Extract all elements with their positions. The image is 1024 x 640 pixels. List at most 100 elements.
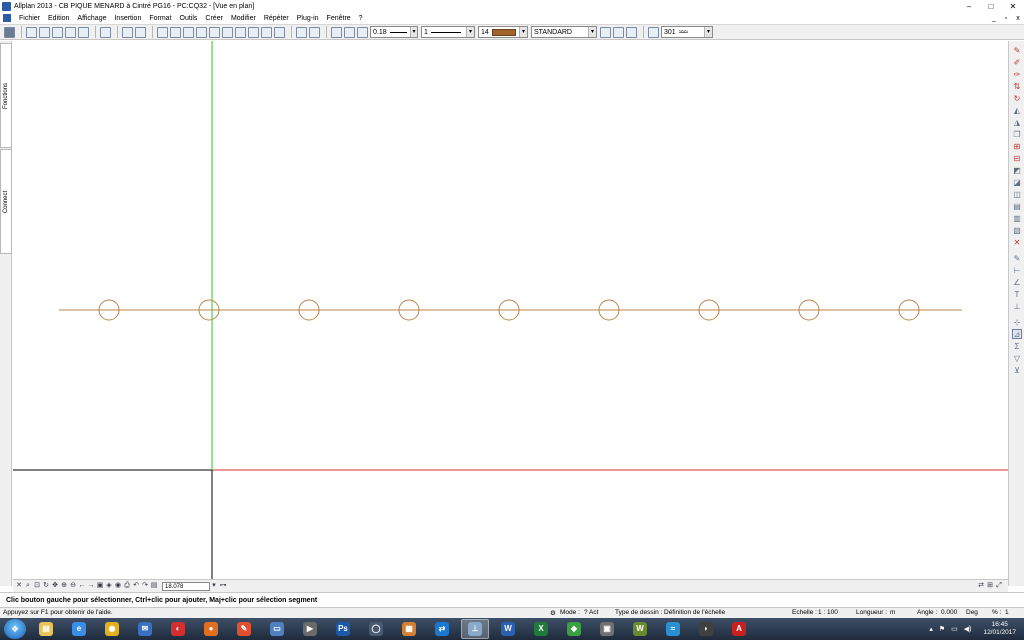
offset-icon[interactable]: ⊟ <box>1012 153 1022 163</box>
zoom-window-icon[interactable]: ⊡ <box>33 582 41 590</box>
level-icon[interactable]: ⊥ <box>1012 301 1022 311</box>
project-icon[interactable] <box>4 26 15 38</box>
filter-icon[interactable]: ▽ <box>1012 353 1022 363</box>
group-icon[interactable] <box>248 26 259 38</box>
taskbar-media[interactable]: ▶ <box>296 619 324 639</box>
previous-view-icon[interactable]: ← <box>78 582 86 590</box>
taskbar-photoshop[interactable]: Ps <box>329 619 357 639</box>
percent-value[interactable]: 1 <box>1005 609 1009 616</box>
iso-view-icon[interactable]: ◈ <box>105 582 113 590</box>
menu-affichage[interactable]: Affichage <box>73 15 110 22</box>
join-icon[interactable]: ▧ <box>1012 225 1022 235</box>
extend-icon[interactable]: ◪ <box>1012 177 1022 187</box>
tray-expand-icon[interactable]: ▴ <box>929 625 933 633</box>
pan-icon[interactable]: ✥ <box>51 582 59 590</box>
stretch-icon[interactable]: ⇅ <box>1012 81 1022 91</box>
color-select[interactable]: 14 ▾ <box>478 26 528 38</box>
taskbar-excel[interactable]: X <box>527 619 555 639</box>
new-file-icon[interactable] <box>26 26 37 38</box>
trim-icon[interactable]: ◩ <box>1012 165 1022 175</box>
layer-visibility-icon[interactable] <box>626 26 637 38</box>
taskbar-word[interactable]: W <box>494 619 522 639</box>
window-icon[interactable] <box>261 26 272 38</box>
filter-edit-icon[interactable]: ⊻ <box>1012 365 1022 375</box>
menu-outils[interactable]: Outils <box>176 15 202 22</box>
text-icon[interactable]: T <box>1012 289 1022 299</box>
delete-icon[interactable] <box>196 26 207 38</box>
taskbar-app-globe[interactable]: ◆ <box>560 619 588 639</box>
menu-plug-in[interactable]: Plug-in <box>293 15 323 22</box>
angle-value[interactable]: 0.000 <box>941 609 957 616</box>
tab-fonctions[interactable]: Fonctions <box>0 43 12 148</box>
chamfer-icon[interactable]: ▤ <box>1012 201 1022 211</box>
taskbar-app-doc[interactable]: ▣ <box>593 619 621 639</box>
paste-icon[interactable] <box>183 26 194 38</box>
redo-view-icon[interactable]: ↷ <box>141 582 149 590</box>
print-icon[interactable]: ⎙ <box>123 582 131 590</box>
close-button[interactable]: ✕ <box>1002 0 1024 12</box>
pen-thickness-select[interactable]: 0.18 ▾ <box>370 26 418 38</box>
taskbar-app-red[interactable]: ◐ <box>164 619 192 639</box>
distort-icon[interactable]: ⊞ <box>1012 141 1022 151</box>
document-icon[interactable] <box>3 14 11 22</box>
taskbar-folder[interactable]: ▭ <box>263 619 291 639</box>
mdi-minimize-button[interactable]: _ <box>988 15 1000 22</box>
next-view-icon[interactable]: → <box>87 582 95 590</box>
snap-icon[interactable]: ⊹ <box>1012 317 1022 327</box>
mode-value[interactable]: ? Act <box>584 609 598 616</box>
length-value[interactable]: m <box>890 609 895 616</box>
taskbar-outlook[interactable]: ✉ <box>131 619 159 639</box>
maximize-button[interactable]: □ <box>980 0 1002 12</box>
chevron-down-icon[interactable]: ▾ <box>409 27 417 37</box>
taskbar-paint[interactable]: ✎ <box>230 619 258 639</box>
cut-icon[interactable] <box>157 26 168 38</box>
format-painter-icon[interactable] <box>235 26 246 38</box>
layer-icon[interactable] <box>209 26 220 38</box>
expand-icon[interactable]: ⤢ <box>995 582 1003 590</box>
menu-insertion[interactable]: Insertion <box>110 15 145 22</box>
copy-icon[interactable]: ❐ <box>1012 129 1022 139</box>
scale-value[interactable]: 1 : 100 <box>818 609 838 616</box>
sync-view-icon[interactable]: ⇄ <box>977 582 985 590</box>
plan-view-icon[interactable]: ▣ <box>96 582 104 590</box>
layer-select[interactable]: STANDARD ▾ <box>531 26 597 38</box>
taskbar-ie[interactable]: e <box>65 619 93 639</box>
dimension-icon[interactable]: ⊢ <box>1012 265 1022 275</box>
mdi-close-button[interactable]: x <box>1012 15 1024 22</box>
globe-icon[interactable] <box>296 26 307 38</box>
taskbar-app-w[interactable]: W <box>626 619 654 639</box>
open-file-icon[interactable] <box>39 26 50 38</box>
zoom-out-icon[interactable]: ⊖ <box>69 582 77 590</box>
hatch-select[interactable]: 301 ≈≈≈ ▾ <box>661 26 713 38</box>
undo-view-icon[interactable]: ↶ <box>132 582 140 590</box>
modify-icon[interactable]: ✑ <box>1012 69 1022 79</box>
taskbar-firefox[interactable]: ● <box>197 619 225 639</box>
lightbulb-icon[interactable] <box>613 26 624 38</box>
layer-settings-icon[interactable] <box>600 26 611 38</box>
chevron-down-icon[interactable]: ▾ <box>466 27 474 37</box>
fit-icon[interactable]: ⊞ <box>986 582 994 590</box>
chevron-down-icon[interactable]: ▾ <box>704 27 712 37</box>
sum-icon[interactable]: Σ <box>1012 341 1022 351</box>
chevron-down-icon[interactable]: ▾ <box>210 582 218 590</box>
start-button[interactable]: ❖ <box>4 619 26 639</box>
taskbar-explorer[interactable]: ▤ <box>32 619 60 639</box>
help-icon[interactable] <box>309 26 320 38</box>
undo-icon[interactable] <box>122 26 133 38</box>
drawing-type-value[interactable]: Définition de l'échelle <box>664 609 725 616</box>
taskbar-app-mouse[interactable]: ◗ <box>692 619 720 639</box>
track-icon[interactable]: ⊿ <box>1012 329 1022 339</box>
taskbar-teamviewer[interactable]: ⇄ <box>428 619 456 639</box>
zoom-scale-input[interactable]: 18.078 <box>162 581 210 591</box>
menu-fenetre[interactable]: Fenêtre <box>323 15 355 22</box>
menu-fichier[interactable]: Fichier <box>15 15 44 22</box>
pen-settings-icon[interactable] <box>331 26 342 38</box>
network-icon[interactable]: ▭ <box>951 625 958 633</box>
close-view-icon[interactable]: ✕ <box>15 582 23 590</box>
menu-help[interactable]: ? <box>355 15 367 22</box>
mirror-icon[interactable]: ◭ <box>1012 105 1022 115</box>
chevron-down-icon[interactable]: ▾ <box>588 27 596 37</box>
pen-pick-icon[interactable] <box>344 26 355 38</box>
fenetres-icon[interactable] <box>274 26 285 38</box>
clock[interactable]: 16:45 12/01/2017 <box>983 621 1016 637</box>
